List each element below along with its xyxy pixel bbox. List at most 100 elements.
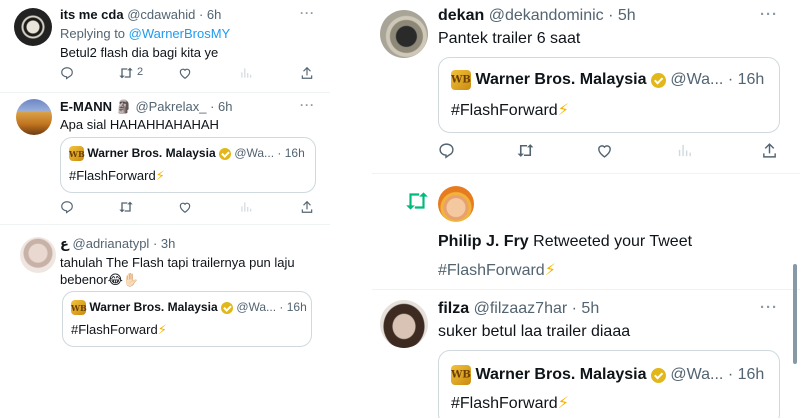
tweet-text-line: bebenor😂✋🏻 [60,272,140,287]
author-name[interactable]: filza [438,300,469,317]
lightning-emoji: ⚡ [557,102,569,119]
tweet-time[interactable]: · 5h [608,7,636,24]
quote-text: #FlashForward [69,168,156,183]
verified-badge-icon [218,147,231,160]
avatar[interactable] [438,186,474,222]
quote-handle: @Wa... [670,71,724,89]
lightning-emoji: ⚡ [155,168,165,183]
tweet-text-line: tahulah The Flash tapi trailernya pun la… [60,255,295,270]
right-screenshot-panel: dekan @dekandominic · 5h ··· Pantek trai… [372,0,800,418]
tweet-text: Pantek trailer 6 saat [438,30,581,47]
tweet-adrianatypl[interactable]: ع @adrianatypl · 3h tahulah The Flash ta… [0,225,330,418]
quote-author-name: Warner Bros. Malaysia [89,300,218,314]
avatar[interactable] [16,99,52,135]
tweet-actions [438,142,778,160]
verified-badge-icon [220,301,233,314]
replying-to: Replying to @WarnerBrosMY [60,26,230,41]
like-icon[interactable] [178,200,192,214]
reply-icon[interactable] [60,66,74,80]
quoted-tweet[interactable]: WB Warner Bros. Malaysia @Wa... · 16h #F… [60,137,316,193]
quote-handle: @Wa... [670,366,724,384]
quoted-tweet[interactable]: WB Warner Bros. Malaysia @Wa... · 16h #F… [438,350,780,418]
quote-text: #FlashForward [451,395,558,412]
retweeted-text: #FlashForward [438,262,545,279]
tweet-actions: 2 [60,66,320,82]
reply-icon[interactable] [60,200,74,214]
replying-prefix: Replying to [60,26,129,41]
lightning-emoji: ⚡ [157,322,167,337]
verified-badge-icon [650,72,666,88]
views-icon[interactable] [239,66,253,80]
tweet-time[interactable]: · 5h [572,300,600,317]
tweet-time[interactable]: · 3h [153,236,175,251]
quoted-tweet[interactable]: WB Warner Bros. Malaysia @Wa... · 16h #F… [438,57,780,133]
tweet-time[interactable]: · 6h [210,99,232,114]
more-icon[interactable]: ··· [760,6,778,23]
author-name[interactable]: its me cda [60,7,124,22]
tweet-actions [60,200,320,216]
warner-bros-logo: WB [451,70,471,90]
left-screenshot-panel: its me cda @cdawahid · 6h ··· Replying t… [0,0,330,418]
share-icon[interactable] [300,66,314,80]
lightning-emoji: ⚡ [557,395,569,412]
more-icon[interactable]: ··· [760,299,778,316]
tweet-text: Apa sial HAHAHHAHAHAH [60,117,219,132]
retweet-notification[interactable]: Philip J. Fry Retweeted your Tweet #Flas… [372,174,800,288]
tweet-cdawahid[interactable]: its me cda @cdawahid · 6h ··· Replying t… [0,0,330,92]
quote-handle: @Wa... [234,146,275,160]
tweet-text: Betul2 flash dia bagi kita ye [60,45,219,60]
lightning-emoji: ⚡ [544,262,556,279]
warner-bros-logo: WB [71,300,87,316]
more-icon[interactable]: ··· [300,6,315,20]
more-icon[interactable]: ··· [300,98,315,112]
avatar[interactable] [14,8,52,46]
warner-bros-logo: WB [451,365,471,385]
tweet-text: suker betul laa trailer diaaa [438,323,631,340]
views-icon[interactable] [676,142,693,159]
quote-author-name: Warner Bros. Malaysia [475,71,647,89]
retweet-action-text: Retweeted your Tweet [528,233,693,250]
retweet-icon[interactable] [118,200,134,214]
author-handle[interactable]: @cdawahid [127,7,195,22]
share-icon[interactable] [300,200,314,214]
author-name[interactable]: E-MANN [60,99,112,114]
author-name[interactable]: dekan [438,7,484,24]
share-icon[interactable] [761,142,778,159]
quote-text: #FlashForward [451,102,558,119]
tweet-filzaaz7har[interactable]: filza @filzaaz7har · 5h ··· suker betul … [372,290,800,418]
quote-text: #FlashForward [71,322,158,337]
author-handle[interactable]: @Pakrelax_ [135,99,206,114]
like-icon[interactable] [596,142,613,159]
quote-time: · 16h [279,300,307,314]
quoted-tweet[interactable]: WB Warner Bros. Malaysia @Wa... · 16h #F… [62,291,312,347]
author-handle[interactable]: @dekandominic [489,7,604,24]
reply-icon[interactable] [438,142,455,159]
replying-handle-link[interactable]: @WarnerBrosMY [129,26,231,41]
retweet-notification-icon [404,190,430,212]
name-emoji: 🗿 [115,99,132,114]
retweet-count: 2 [137,66,144,78]
retweet-icon[interactable] [118,66,134,80]
quote-time: · 16h [277,146,305,160]
retweeter-name[interactable]: Philip J. Fry [438,233,529,250]
tweet-time[interactable]: · 6h [199,7,221,22]
avatar[interactable] [380,300,428,348]
like-icon[interactable] [178,66,192,80]
avatar[interactable] [380,10,428,58]
tweet-dekandominic[interactable]: dekan @dekandominic · 5h ··· Pantek trai… [372,0,800,172]
scrollbar-thumb[interactable] [793,264,797,364]
tweet-text: tahulah The Flash tapi trailernya pun la… [60,254,295,288]
author-handle[interactable]: @filzaaz7har [474,300,568,317]
views-icon[interactable] [239,200,253,214]
warner-bros-logo: WB [69,146,85,162]
author-name[interactable]: ع [60,236,69,251]
avatar[interactable] [20,237,56,273]
quote-time: · 16h [727,71,765,89]
verified-badge-icon [650,367,666,383]
tweet-pakrelax[interactable]: E-MANN 🗿 @Pakrelax_ · 6h ··· Apa sial HA… [0,93,330,223]
quote-time: · 16h [727,366,765,384]
collage-gap [330,0,372,418]
quote-author-name: Warner Bros. Malaysia [475,366,647,384]
author-handle[interactable]: @adrianatypl [73,236,150,251]
retweet-icon[interactable] [516,142,535,159]
